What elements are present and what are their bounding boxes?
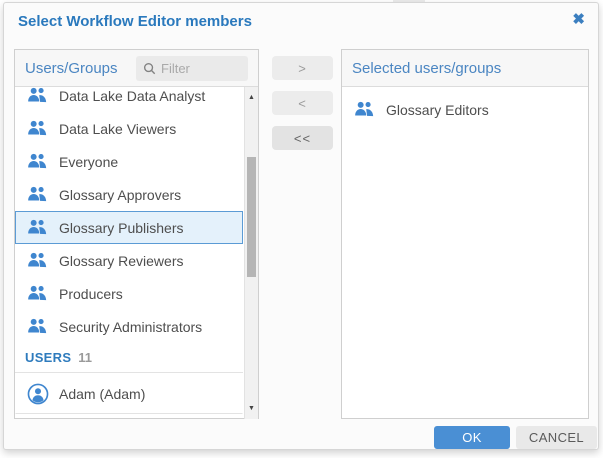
list-item-group[interactable]: Everyone xyxy=(15,145,243,178)
list-item-label: Producers xyxy=(59,286,123,302)
group-icon xyxy=(26,285,49,302)
available-list: Data Lake Data Analyst Data Lake Viewers… xyxy=(15,87,258,419)
scroll-up-icon[interactable]: ▲ xyxy=(245,94,258,101)
scroll-down-icon[interactable]: ▼ xyxy=(245,405,258,412)
scrollbar[interactable]: ▲ ▼ xyxy=(244,87,258,419)
move-right-button[interactable]: > xyxy=(272,56,333,80)
list-item-label: Everyone xyxy=(59,154,118,170)
list-item-group[interactable]: Glossary Approvers xyxy=(15,178,243,211)
list-item-group[interactable]: Producers xyxy=(15,277,243,310)
list-item-user[interactable]: Adam (Adam) xyxy=(15,373,243,414)
ok-button[interactable]: OK xyxy=(434,426,510,449)
close-icon[interactable]: ✖ xyxy=(572,10,585,30)
group-icon xyxy=(26,252,49,269)
list-item-group[interactable]: Glossary Reviewers xyxy=(15,244,243,277)
move-all-left-button[interactable]: << xyxy=(272,126,333,150)
group-icon xyxy=(26,153,49,170)
list-item-group[interactable]: Data Lake Viewers xyxy=(15,112,243,145)
group-icon xyxy=(26,186,49,203)
group-icon xyxy=(353,101,376,118)
list-item-group[interactable]: Security Administrators xyxy=(15,310,243,343)
list-item-label: Glossary Approvers xyxy=(59,187,181,203)
selected-list: Glossary Editors xyxy=(342,87,588,419)
group-icon xyxy=(26,87,49,104)
selected-panel-header: Selected users/groups xyxy=(342,50,588,87)
filter-box[interactable] xyxy=(136,56,248,81)
available-panel: Users/Groups Data Lake Data Analyst xyxy=(14,49,259,419)
list-item-label: Security Administrators xyxy=(59,319,202,335)
list-item-label: Glossary Editors xyxy=(386,102,489,118)
available-panel-header: Users/Groups xyxy=(15,50,258,87)
group-icon xyxy=(26,318,49,335)
group-icon xyxy=(26,120,49,137)
list-item-group-selected[interactable]: Glossary Publishers xyxy=(15,211,243,244)
available-panel-title: Users/Groups xyxy=(25,60,118,77)
users-section-header: USERS 11 xyxy=(15,343,243,373)
cancel-button[interactable]: CANCEL xyxy=(516,426,597,449)
dialog-title: Select Workflow Editor members xyxy=(18,13,252,30)
list-item-label: Adam (Adam) xyxy=(59,386,145,402)
users-section-label: USERS xyxy=(25,350,71,365)
filter-input[interactable] xyxy=(161,61,231,76)
transfer-button-group: > < << xyxy=(272,56,333,150)
users-section-count: 11 xyxy=(78,350,92,365)
list-item-label: Data Lake Data Analyst xyxy=(59,88,205,104)
list-item-label: Glossary Publishers xyxy=(59,220,184,236)
user-icon xyxy=(26,383,49,405)
select-members-dialog: Select Workflow Editor members ✖ Users/G… xyxy=(3,2,599,450)
list-item-label: Glossary Reviewers xyxy=(59,253,183,269)
move-left-button[interactable]: < xyxy=(272,91,333,115)
selected-panel-title: Selected users/groups xyxy=(352,60,501,77)
group-icon xyxy=(26,219,49,236)
list-item-label: Data Lake Viewers xyxy=(59,121,176,137)
selected-panel: Selected users/groups Glossary Editors xyxy=(341,49,589,419)
scrollbar-thumb[interactable] xyxy=(247,157,256,277)
list-item-group[interactable]: Glossary Editors xyxy=(342,93,573,126)
list-item-group[interactable]: Data Lake Data Analyst xyxy=(15,87,243,112)
search-icon xyxy=(143,62,156,75)
